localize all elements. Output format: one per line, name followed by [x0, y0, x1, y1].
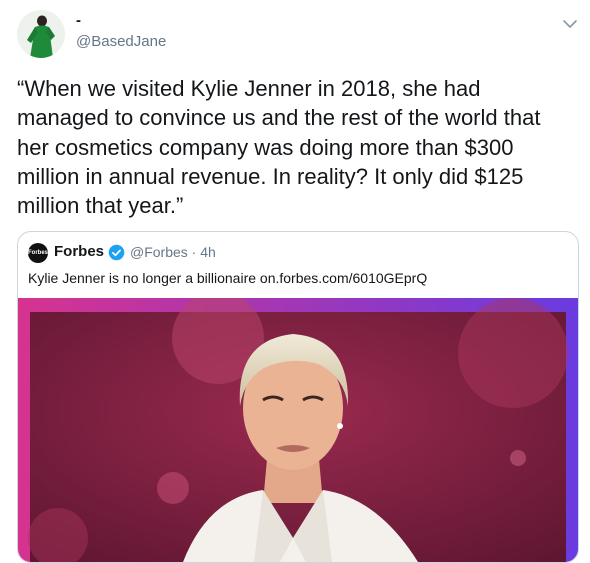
quoted-meta[interactable]: @Forbes · 4h — [130, 244, 216, 260]
quoted-avatar[interactable]: Forbes — [28, 243, 48, 263]
quoted-tweet[interactable]: Forbes Forbes @Forbes · 4h Kylie Jenner … — [17, 231, 579, 563]
avatar[interactable] — [17, 10, 65, 58]
avatar-image — [17, 10, 65, 58]
quoted-text[interactable]: Kylie Jenner is no longer a billionaire … — [28, 270, 427, 286]
author-handle[interactable]: @BasedJane — [76, 33, 166, 50]
author-name[interactable]: - — [76, 12, 81, 29]
quoted-author-name[interactable]: Forbes — [54, 243, 104, 260]
chevron-down-icon[interactable] — [558, 12, 582, 36]
quoted-media-image[interactable] — [18, 298, 578, 562]
tweet-text: “When we visited Kylie Jenner in 2018, s… — [17, 76, 541, 219]
verified-badge-icon — [108, 244, 125, 261]
